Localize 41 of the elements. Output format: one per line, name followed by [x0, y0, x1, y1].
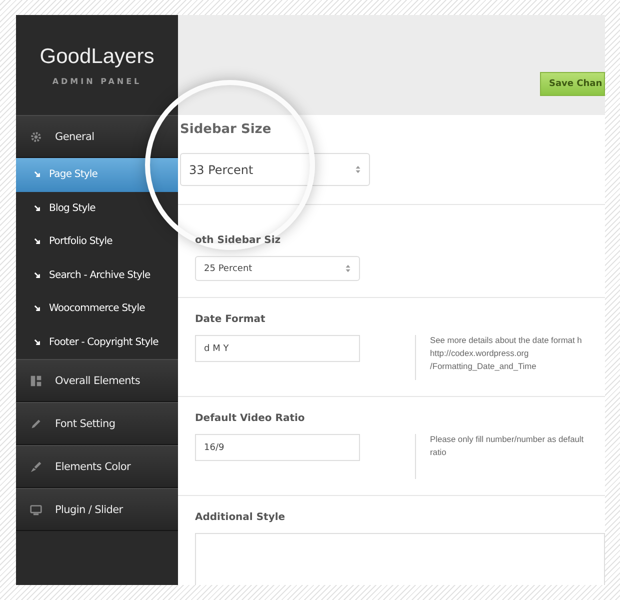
sidebar-section[interactable]: General: [16, 115, 178, 158]
arrow-icon: [34, 272, 41, 279]
field-title: oth Sidebar Siz: [195, 235, 282, 246]
description-line: /Formatting_Date_and_Time: [430, 361, 538, 371]
text-area[interactable]: [195, 533, 605, 585]
sidebar-section[interactable]: Font Setting: [16, 402, 178, 445]
select-field[interactable]: 25 Percent: [195, 256, 360, 281]
sidebar-section[interactable]: Overall Elements: [16, 359, 178, 402]
up-down-icon: [355, 165, 361, 174]
sidebar-item[interactable]: Footer - Copyright Style: [16, 326, 178, 359]
brush-icon: [30, 460, 42, 472]
description-line: ratio: [430, 447, 448, 457]
description-line: http://codex.wordpress.org: [430, 348, 530, 358]
text-field[interactable]: 16/9: [195, 434, 360, 461]
sidebar-item[interactable]: Woocommerce Style: [16, 292, 178, 326]
arrow-icon: [34, 338, 41, 346]
gear-icon: [30, 130, 42, 142]
layout-icon: [30, 374, 42, 386]
sidebar-section[interactable]: Plugin / Slider: [16, 488, 178, 531]
arrow-icon: [34, 305, 41, 312]
description-line: See more details about the date format h: [430, 335, 582, 345]
sidebar-item[interactable]: Portfolio Style: [16, 225, 178, 258]
arrow-icon: [34, 204, 41, 212]
pencil-icon: [30, 418, 42, 430]
logo-subtitle: ADMIN PANEL: [52, 76, 142, 86]
up-down-icon: [345, 264, 351, 273]
field-title: Additional Style: [195, 512, 286, 523]
field-title: Default Video Ratio: [195, 413, 306, 424]
logo-text: GoodLayers: [40, 44, 154, 68]
text-field[interactable]: d M Y: [195, 335, 360, 362]
save-button[interactable]: Save Chan: [540, 72, 605, 96]
field-title: Date Format: [195, 314, 266, 325]
description-line: Please only fill number/number as default: [430, 434, 584, 444]
arrow-icon: [34, 238, 41, 246]
monitor-icon: [30, 504, 42, 516]
field-title: Sidebar Size: [180, 122, 272, 137]
sidebar-section[interactable]: Elements Color: [16, 445, 178, 488]
select-field[interactable]: 33 Percent: [180, 153, 370, 186]
sidebar-item[interactable]: Blog Style: [16, 192, 178, 225]
sidebar-item[interactable]: Search - Archive Style: [16, 258, 178, 292]
arrow-icon: [34, 171, 41, 178]
